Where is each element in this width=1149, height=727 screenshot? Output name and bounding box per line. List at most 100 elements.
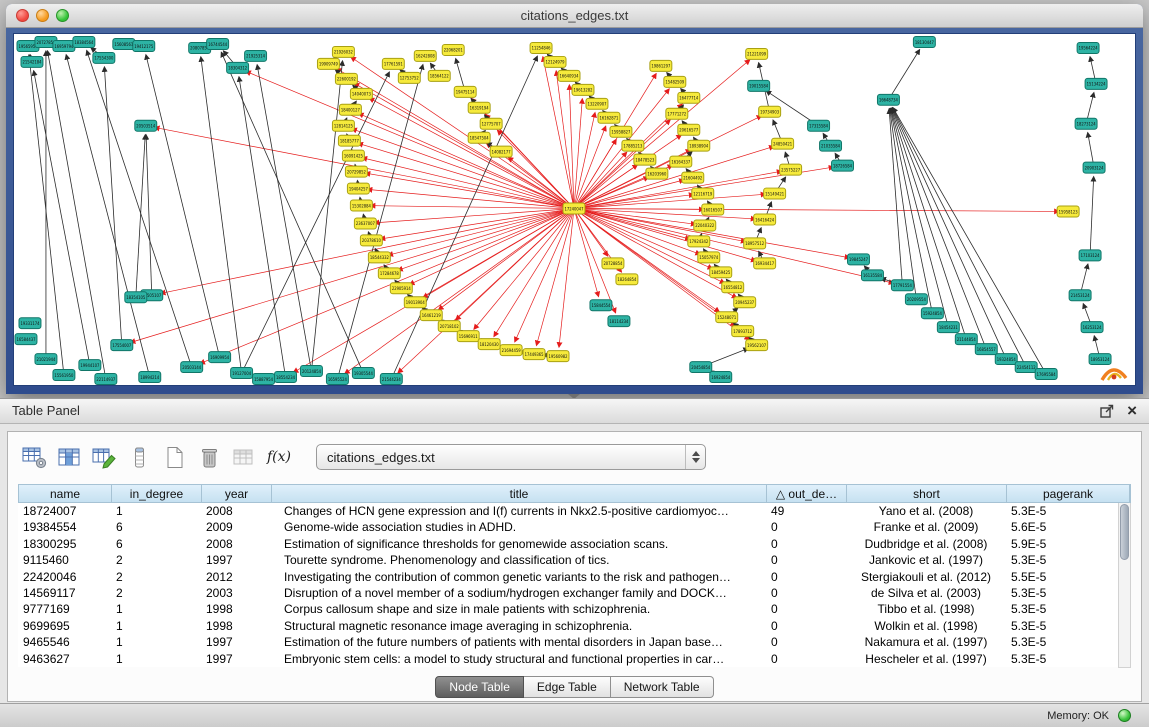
graph-node[interactable]: 15482509: [664, 76, 686, 87]
graph-node[interactable]: 16744544: [207, 38, 229, 49]
graph-node[interactable]: 22040322: [694, 220, 716, 231]
graph-node[interactable]: 12124979: [544, 56, 566, 67]
graph-node[interactable]: 17695584: [1035, 369, 1057, 380]
new-document-icon[interactable]: [160, 444, 188, 471]
graph-node[interactable]: 19845247: [848, 254, 870, 265]
graph-node[interactable]: 17315584: [808, 120, 830, 131]
graph-node[interactable]: 16959794: [53, 40, 75, 51]
table-row[interactable]: 1938455462009Genome-wide association stu…: [18, 519, 1118, 535]
graph-node[interactable]: 17240047: [563, 203, 585, 214]
graph-node[interactable]: 18726584: [832, 160, 854, 171]
graph-node[interactable]: 21221099: [746, 48, 768, 59]
graph-node[interactable]: 16934417: [754, 258, 776, 269]
graph-node[interactable]: 21021944: [35, 354, 57, 365]
graph-node[interactable]: 19861297: [650, 60, 672, 71]
graph-node[interactable]: 22905914: [390, 283, 412, 294]
column-header-short[interactable]: short: [847, 485, 1007, 502]
graph-node[interactable]: 23637007: [354, 218, 376, 229]
import-table-icon[interactable]: [230, 444, 258, 471]
graph-node[interactable]: 17791554: [891, 280, 913, 291]
graph-node[interactable]: 20945237: [734, 297, 756, 308]
graph-node[interactable]: 21926032: [332, 46, 354, 57]
graph-node[interactable]: 15302884: [350, 200, 372, 211]
zoom-window-button[interactable]: [56, 9, 69, 22]
graph-node[interactable]: 18273124: [1075, 118, 1097, 129]
graph-node[interactable]: 16648734: [877, 94, 899, 105]
graph-node[interactable]: 15608561: [113, 38, 135, 49]
graph-node[interactable]: 21604492: [682, 172, 704, 183]
graph-node[interactable]: 12775707: [480, 118, 502, 129]
graph-node[interactable]: 19331174: [19, 318, 41, 329]
graph-node[interactable]: 18304312: [227, 62, 249, 73]
graph-node[interactable]: 18459425: [710, 267, 732, 278]
column-header-out_degree[interactable]: △ out_de…: [767, 485, 847, 502]
graph-node[interactable]: 19564224: [1077, 42, 1099, 53]
graph-node[interactable]: 20903124: [1083, 162, 1105, 173]
graph-node[interactable]: 15134224: [1085, 78, 1107, 89]
graph-node[interactable]: 14040073: [350, 88, 372, 99]
graph-node[interactable]: 21544234: [380, 374, 402, 385]
table-row[interactable]: 911546021997Tourette syndrome. Phenomeno…: [18, 552, 1118, 568]
network-table-select[interactable]: citations_edges.txt: [316, 444, 706, 470]
graph-node[interactable]: 19613282: [572, 84, 594, 95]
graph-node[interactable]: 19015584: [748, 80, 770, 91]
graph-node[interactable]: 24850421: [772, 138, 794, 149]
graph-node[interactable]: 20616577: [678, 124, 700, 135]
table-row[interactable]: 977716911998Corpus callosum shape and si…: [18, 601, 1118, 617]
graph-node[interactable]: 19944107: [79, 360, 101, 371]
graph-node[interactable]: 18554234: [275, 372, 297, 383]
graph-node[interactable]: 22068201: [442, 44, 464, 55]
graph-node[interactable]: 20378610: [360, 235, 382, 246]
graph-node[interactable]: 20209554: [905, 294, 927, 305]
graph-node[interactable]: 16164337: [670, 156, 692, 167]
graph-node[interactable]: 19475114: [454, 86, 476, 97]
graph-node[interactable]: 20124854: [300, 366, 322, 377]
column-header-year[interactable]: year: [202, 485, 272, 502]
graph-node[interactable]: 16242808: [414, 50, 436, 61]
graph-node[interactable]: 18384564: [73, 36, 95, 47]
table-row[interactable]: 946362711997Embryonic stem cells: a mode…: [18, 651, 1118, 667]
graph-node[interactable]: 17885213: [622, 140, 644, 151]
graph-node[interactable]: 19412175: [133, 40, 155, 51]
graph-node[interactable]: 12753752: [398, 72, 420, 83]
graph-node[interactable]: 18957512: [744, 238, 766, 249]
window-titlebar[interactable]: citations_edges.txt: [6, 4, 1143, 28]
graph-node[interactable]: 19560982: [547, 351, 569, 362]
column-header-name[interactable]: name: [19, 485, 112, 502]
graph-node[interactable]: 16595524: [326, 374, 348, 385]
column-header-pagerank[interactable]: pagerank: [1007, 485, 1130, 502]
table-settings-icon[interactable]: [20, 444, 48, 471]
graph-node[interactable]: 18354105: [125, 292, 147, 303]
graph-node[interactable]: 18114234: [608, 316, 630, 327]
graph-node[interactable]: 18478523: [634, 154, 656, 165]
graph-node[interactable]: 11254846: [530, 42, 552, 53]
graph-node[interactable]: 19013904: [404, 297, 426, 308]
graph-node[interactable]: 16554812: [722, 282, 744, 293]
graph-node[interactable]: 12814125: [332, 120, 354, 131]
graph-node[interactable]: 14082177: [490, 146, 512, 157]
graph-node[interactable]: 22454112: [1015, 362, 1037, 373]
table-row[interactable]: 969969511998Structural magnetic resonanc…: [18, 618, 1118, 634]
graph-node[interactable]: 16854557: [975, 344, 997, 355]
graph-node[interactable]: 15958123: [1057, 206, 1079, 217]
graph-node[interactable]: 17924342: [688, 236, 710, 247]
graph-node[interactable]: 19404257: [347, 183, 369, 194]
graph-node[interactable]: 16203960: [646, 168, 668, 179]
graph-node[interactable]: 20454854: [690, 362, 712, 373]
graph-node[interactable]: 17771272: [666, 108, 688, 119]
column-header-in_degree[interactable]: in_degree: [112, 485, 202, 502]
graph-node[interactable]: 21035584: [820, 140, 842, 151]
graph-node[interactable]: 17449365: [523, 349, 545, 360]
graph-node[interactable]: 18454231: [937, 322, 959, 333]
graph-node[interactable]: 15958827: [610, 126, 632, 137]
graph-node[interactable]: 16319194: [468, 102, 490, 113]
graph-node[interactable]: 21453124: [1069, 290, 1091, 301]
graph-node[interactable]: 19909749: [317, 58, 339, 69]
graph-node[interactable]: 18564122: [428, 70, 450, 81]
graph-node[interactable]: 22600192: [335, 73, 357, 84]
graph-node[interactable]: 16924854: [710, 372, 732, 383]
graph-node[interactable]: 19305544: [352, 368, 374, 379]
graph-node[interactable]: 18185777: [338, 135, 360, 146]
graph-node[interactable]: 16253124: [1081, 322, 1103, 333]
minimize-window-button[interactable]: [36, 9, 49, 22]
